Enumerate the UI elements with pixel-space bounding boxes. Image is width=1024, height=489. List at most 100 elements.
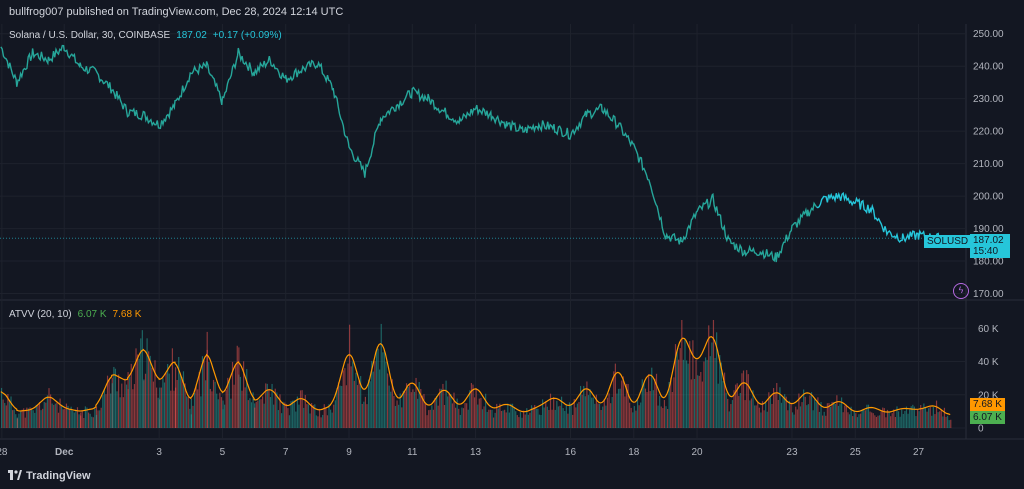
volume-bar: [690, 379, 692, 428]
volume-bar: [45, 402, 47, 428]
volume-bar: [38, 402, 41, 428]
volume-bar: [757, 401, 759, 428]
volume-bar: [181, 377, 183, 428]
volume-bar: [464, 403, 466, 428]
volume-bar: [611, 396, 613, 428]
volume-bar: [301, 390, 303, 428]
lightning-bolt-icon[interactable]: ϟ: [953, 283, 969, 299]
footer-brand: TradingView: [26, 470, 91, 482]
volume-bar: [666, 408, 669, 428]
volume-bar: [488, 409, 490, 428]
volume-bar: [216, 393, 218, 428]
volume-bar: [192, 405, 194, 428]
volume-bar: [328, 404, 330, 428]
volume-bar: [483, 406, 485, 428]
volume-bar: [777, 399, 779, 428]
volume-bar: [608, 393, 610, 428]
volume-bar: [268, 389, 270, 428]
volume-bar: [399, 393, 401, 428]
volume-bar: [363, 401, 365, 428]
x-tick-label: 5: [220, 447, 226, 458]
tradingview-logo[interactable]: TradingView: [8, 470, 91, 482]
volume-legend-value1: 6.07 K: [77, 309, 107, 320]
volume-bar: [2, 399, 4, 428]
volume-tick-label: 0: [978, 424, 984, 435]
volume-bar: [390, 391, 392, 428]
volume-bar: [92, 417, 94, 428]
volume-bar: [453, 392, 455, 428]
volume-bar: [428, 410, 430, 428]
volume-bar: [448, 393, 450, 428]
volume-bar: [160, 387, 162, 428]
volume-bar: [665, 406, 667, 428]
volume-bar: [138, 358, 140, 428]
volume-bar: [212, 379, 215, 428]
volume-bar: [796, 409, 798, 428]
volume-bar: [844, 405, 846, 428]
volume-bar: [537, 408, 539, 428]
volume-bar: [943, 407, 946, 428]
volume-value-tag: 6.07 K: [970, 411, 1005, 424]
volume-bar: [774, 392, 776, 428]
x-tick-label: 20: [691, 447, 703, 458]
volume-bar: [299, 390, 302, 428]
volume-bar: [254, 407, 256, 428]
volume-bar: [706, 359, 708, 428]
volume-bar: [176, 379, 178, 428]
volume-bar: [769, 397, 772, 428]
price-tick-label: 220.00: [973, 127, 1004, 138]
volume-bar: [65, 403, 67, 428]
volume-bar: [791, 412, 794, 428]
volume-bar: [475, 387, 477, 428]
volume-bar: [220, 397, 223, 428]
volume-bar: [546, 406, 548, 428]
volume-bar: [575, 407, 577, 428]
volume-bar: [598, 403, 601, 428]
volume-bar: [129, 377, 131, 428]
volume-bar: [29, 407, 31, 428]
volume-bar: [179, 373, 181, 428]
volume-bar: [364, 396, 367, 428]
volume-bar: [48, 388, 50, 428]
volume-bar: [334, 400, 336, 428]
volume-bar: [426, 415, 428, 428]
volume-bar: [458, 408, 460, 428]
volume-bar: [61, 404, 63, 428]
volume-bar: [478, 398, 480, 428]
volume-bar: [818, 411, 821, 428]
volume-bar: [742, 370, 745, 428]
volume-bar: [372, 371, 374, 428]
volume-bar: [388, 385, 390, 428]
volume-bar: [59, 398, 61, 428]
volume-bar: [137, 354, 139, 428]
volume-bar: [168, 373, 170, 428]
volume-bar: [103, 389, 105, 428]
volume-bar: [621, 380, 623, 428]
chart-canvas[interactable]: 28Dec35791113161820232527170.00180.00190…: [0, 24, 1024, 464]
volume-bar: [597, 403, 599, 428]
volume-bar: [760, 412, 762, 428]
tradingview-logo-icon: [8, 470, 22, 480]
volume-bar: [717, 383, 719, 428]
volume-bar: [685, 360, 688, 428]
volume-bar: [447, 396, 449, 428]
price-legend-change: +0.17 (+0.09%): [212, 30, 282, 41]
volume-bar: [627, 383, 629, 428]
volume-bar: [171, 348, 173, 428]
volume-bar: [554, 409, 556, 428]
volume-bar: [711, 342, 713, 428]
volume-bar: [342, 370, 344, 428]
volume-legend-name: ATVV (20, 10): [9, 309, 72, 320]
volume-bar: [56, 402, 58, 428]
volume-bar: [795, 406, 797, 428]
volume-bar: [0, 387, 3, 428]
volume-bar: [119, 397, 121, 428]
volume-bar: [320, 417, 322, 428]
volume-bar: [293, 400, 295, 428]
volume-bar: [19, 411, 22, 428]
volume-bar: [932, 406, 934, 428]
volume-bar: [331, 412, 333, 428]
volume-bar: [307, 404, 310, 428]
price-legend-name: Solana / U.S. Dollar, 30, COINBASE: [9, 30, 171, 41]
volume-bar: [728, 411, 730, 428]
